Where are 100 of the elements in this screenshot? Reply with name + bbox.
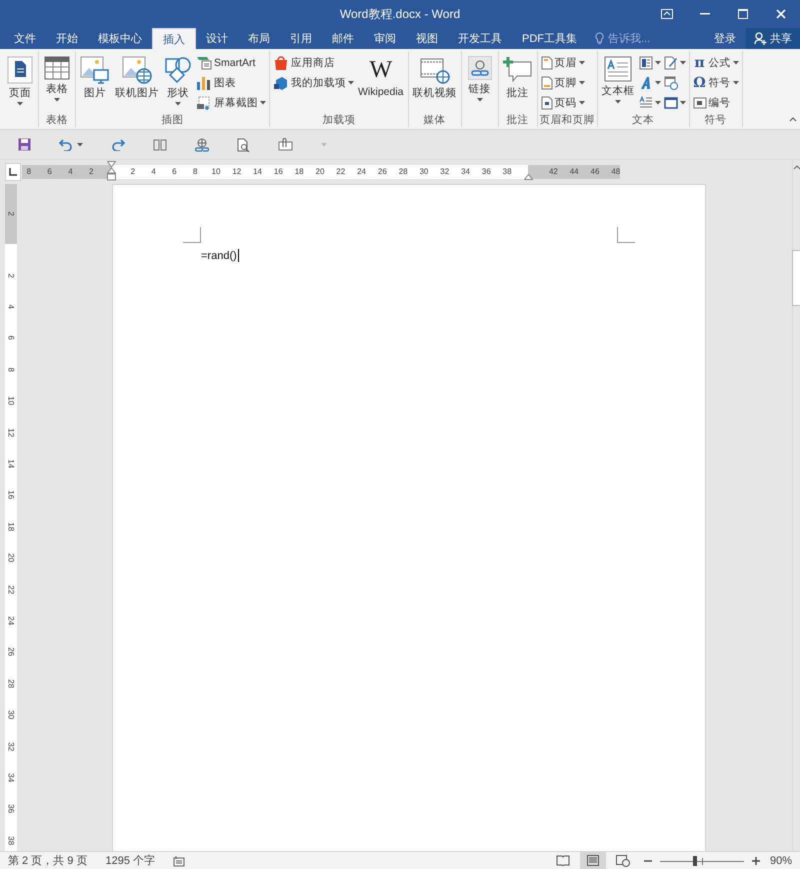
right-indent-marker-icon[interactable] bbox=[524, 174, 533, 180]
ribbon-button[interactable]: 图片 bbox=[78, 54, 112, 113]
group-label: 媒体 bbox=[424, 113, 446, 127]
ruler-number: 38 bbox=[6, 834, 16, 846]
text-cursor bbox=[238, 249, 239, 262]
ribbon-button[interactable]: W Wikipedia bbox=[356, 54, 406, 113]
ribbon-tab[interactable]: 文件 bbox=[4, 28, 46, 49]
link-icon bbox=[468, 56, 492, 80]
ribbon-button[interactable]: 文本框 bbox=[600, 54, 637, 113]
ribbon-button[interactable]: 应用商店 bbox=[272, 54, 355, 72]
tell-me-field[interactable]: 告诉我... bbox=[608, 32, 670, 44]
chart-icon bbox=[196, 76, 212, 90]
ribbon-tab[interactable]: PDF工具集 bbox=[512, 28, 587, 49]
window-icon bbox=[664, 96, 678, 110]
crop-mark bbox=[183, 227, 201, 243]
caret-icon bbox=[615, 100, 622, 104]
chevron-up-icon bbox=[789, 117, 797, 122]
calendar-clock-icon bbox=[664, 76, 678, 90]
ribbon-button[interactable]: 图表 bbox=[195, 74, 267, 92]
shapes-icon bbox=[164, 56, 192, 84]
vertical-scrollbar[interactable] bbox=[792, 160, 800, 851]
ribbon-button[interactable]: 我的加载项 bbox=[272, 74, 355, 92]
caret-icon bbox=[54, 98, 60, 102]
ribbon-button[interactable]: 链接 bbox=[464, 54, 496, 113]
zoom-slider[interactable] bbox=[660, 856, 744, 866]
ruler-number: 8 bbox=[26, 166, 32, 178]
ribbon-tab[interactable]: 模板中心 bbox=[88, 28, 152, 49]
caret-icon bbox=[578, 61, 585, 65]
caret-icon bbox=[476, 98, 483, 102]
table-icon bbox=[44, 56, 70, 80]
caret-icon bbox=[732, 61, 739, 65]
caret-icon bbox=[578, 81, 585, 85]
ribbon-button[interactable]: 联机视频 bbox=[410, 54, 459, 113]
ribbon-button[interactable]: 编号 bbox=[692, 94, 740, 112]
ribbon-button[interactable]: Ω 符号 bbox=[692, 74, 740, 92]
ruler-number: 22 bbox=[335, 166, 346, 178]
word-count[interactable]: 1295 个字 bbox=[105, 853, 155, 868]
print-layout-button[interactable] bbox=[580, 852, 606, 869]
ribbon-tab[interactable]: 布局 bbox=[238, 28, 280, 49]
ribbon-button[interactable]: 页眉 bbox=[540, 54, 586, 72]
scroll-up-icon bbox=[792, 164, 800, 170]
footer-icon bbox=[540, 76, 553, 90]
ruler-number: 26 bbox=[376, 166, 388, 178]
ribbon-button[interactable]: SmartArt bbox=[195, 54, 267, 72]
numbering-icon bbox=[692, 96, 707, 110]
ribbon-button[interactable]: 页面 bbox=[4, 54, 36, 113]
video-icon bbox=[420, 56, 450, 84]
ribbon-button[interactable] bbox=[638, 54, 662, 72]
share-button[interactable]: 共享 bbox=[746, 28, 800, 49]
tab-selector-button[interactable] bbox=[5, 163, 21, 181]
ribbon-tab[interactable]: 邮件 bbox=[322, 28, 364, 49]
ribbon-tab[interactable]: 开始 bbox=[46, 28, 88, 49]
ribbon-button[interactable]: 页脚 bbox=[540, 74, 586, 92]
ruler-number: 38 bbox=[502, 166, 513, 178]
ruler-number: 2 bbox=[6, 272, 16, 280]
caret-icon bbox=[654, 101, 661, 105]
ribbon-button[interactable]: 页码 bbox=[540, 94, 586, 112]
group-label: 插图 bbox=[162, 113, 184, 127]
ruler-number: 6 bbox=[46, 166, 53, 178]
ribbon-button[interactable]: 表格 bbox=[41, 54, 73, 113]
ruler-number: 30 bbox=[6, 709, 16, 721]
wordart-icon bbox=[638, 76, 653, 90]
ruler-number: 22 bbox=[6, 584, 16, 596]
picture-icon bbox=[80, 56, 110, 84]
ruler-number: 2 bbox=[130, 166, 136, 178]
zoom-in-button[interactable] bbox=[752, 856, 760, 864]
ruler-number: 28 bbox=[6, 678, 16, 690]
ribbon-tab[interactable]: 引用 bbox=[280, 28, 322, 49]
page-icon bbox=[7, 56, 33, 84]
ribbon-tab[interactable]: 审阅 bbox=[364, 28, 406, 49]
page-count[interactable]: 第 2 页，共 9 页 bbox=[8, 853, 88, 868]
ribbon-button[interactable] bbox=[662, 54, 687, 72]
ruler-number: 24 bbox=[6, 615, 16, 627]
group-label: 文本 bbox=[632, 113, 654, 127]
indent-marker-icon[interactable] bbox=[107, 161, 116, 183]
ruler-number: 36 bbox=[480, 166, 492, 178]
ribbon-tab[interactable]: 视图 bbox=[406, 28, 448, 49]
ruler-number: 2 bbox=[88, 166, 94, 178]
ribbon-button[interactable]: 联机图片 bbox=[113, 54, 161, 113]
caret-icon bbox=[680, 101, 686, 105]
book-icon bbox=[556, 855, 570, 866]
sign-in-link[interactable]: 登录 bbox=[704, 28, 746, 49]
signature-line-icon bbox=[664, 56, 678, 70]
ribbon-tab[interactable]: 插入 bbox=[152, 28, 196, 49]
proofing-icon[interactable] bbox=[173, 854, 185, 866]
online-picture-icon bbox=[122, 56, 152, 84]
ruler-number: 18 bbox=[6, 521, 16, 532]
ribbon-button[interactable]: 屏幕截图 bbox=[195, 94, 267, 112]
ribbon-tab[interactable]: 开发工具 bbox=[448, 28, 512, 49]
ruler-number: 4 bbox=[67, 166, 74, 178]
ribbon-button[interactable]: 批注 bbox=[500, 54, 535, 113]
ribbon-tab[interactable]: 设计 bbox=[196, 28, 238, 49]
ruler-number: 10 bbox=[210, 166, 222, 178]
ribbon-button[interactable]: π 公式 bbox=[692, 54, 740, 72]
zoom-level[interactable]: 90% bbox=[770, 854, 792, 866]
ribbon-button[interactable]: 形状 bbox=[162, 54, 194, 113]
scroll-thumb[interactable] bbox=[792, 250, 800, 306]
ruler-number: 26 bbox=[6, 646, 16, 658]
ruler-number: 30 bbox=[418, 166, 430, 178]
ruler-number: 34 bbox=[6, 772, 16, 784]
